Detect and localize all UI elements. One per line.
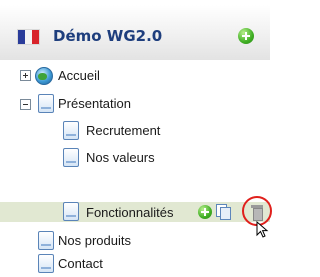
france-flag-icon <box>17 29 40 45</box>
page-icon <box>38 254 54 273</box>
collapse-icon[interactable] <box>20 99 31 110</box>
page-icon <box>38 94 54 113</box>
tree-item-label[interactable]: Nos produits <box>58 233 131 248</box>
tree-item-label[interactable]: Nos valeurs <box>86 150 155 165</box>
tree-item-label[interactable]: Présentation <box>58 96 131 111</box>
add-root-page-icon[interactable] <box>238 28 254 44</box>
add-subpage-icon[interactable] <box>198 205 212 219</box>
tree-item-label[interactable]: Recrutement <box>86 123 160 138</box>
tree-item-label[interactable]: Fonctionnalités <box>86 205 173 220</box>
page-icon <box>63 148 79 167</box>
expand-icon[interactable] <box>20 70 31 81</box>
page-icon <box>63 202 79 221</box>
home-globe-icon <box>35 67 53 85</box>
tree-item-nos-produits[interactable]: Nos produits <box>0 231 270 251</box>
tree-item-contact[interactable]: Contact <box>0 254 270 274</box>
site-tree-panel: Démo WG2.0 Accueil Présentation Recrutem… <box>0 0 272 277</box>
tree-item-nos-valeurs[interactable]: Nos valeurs <box>0 148 270 168</box>
tree-item-fonctionnalites[interactable]: Fonctionnalités <box>0 202 270 222</box>
duplicate-page-icon[interactable] <box>216 204 231 220</box>
tree-item-label[interactable]: Contact <box>58 256 103 271</box>
page-icon <box>63 121 79 140</box>
page-icon <box>38 231 54 250</box>
tree-item-accueil[interactable]: Accueil <box>0 66 270 86</box>
site-title: Démo WG2.0 <box>53 27 163 45</box>
tree-item-recrutement[interactable]: Recrutement <box>0 121 270 141</box>
panel-header: Démo WG2.0 <box>0 5 270 60</box>
tree-item-label[interactable]: Accueil <box>58 68 100 83</box>
tree-item-presentation[interactable]: Présentation <box>0 94 270 114</box>
